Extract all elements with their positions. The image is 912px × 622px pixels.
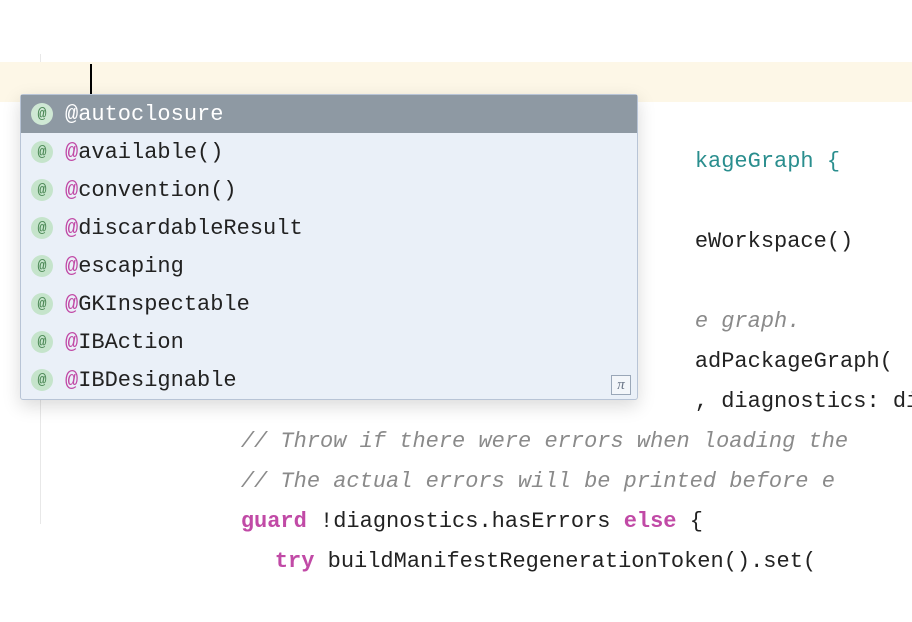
attribute-icon: @ bbox=[31, 293, 53, 315]
autocomplete-at: @ bbox=[65, 140, 78, 165]
attribute-icon: @ bbox=[31, 141, 53, 163]
autocomplete-label: available() bbox=[78, 140, 223, 165]
autocomplete-label: escaping bbox=[78, 254, 184, 279]
code-fragment: buildManifestRegenerationToken().set( bbox=[314, 549, 816, 574]
autocomplete-at: @ bbox=[65, 292, 78, 317]
code-line: /// Fetch and load the complete package … bbox=[62, 22, 912, 62]
attribute-icon: @ bbox=[31, 331, 53, 353]
autocomplete-item[interactable]: @@IBAction bbox=[21, 323, 637, 361]
autocomplete-item[interactable]: @@available() bbox=[21, 133, 637, 171]
attribute-icon: @ bbox=[31, 103, 53, 125]
autocomplete-at: @ bbox=[65, 330, 78, 355]
pi-icon[interactable]: π bbox=[611, 375, 631, 395]
code-line: try buildManifestRegenerationToken().set… bbox=[62, 502, 912, 542]
autocomplete-at: @ bbox=[65, 102, 78, 127]
autocomplete-item[interactable]: @@convention() bbox=[21, 171, 637, 209]
attribute-icon: @ bbox=[31, 369, 53, 391]
attribute-icon: @ bbox=[31, 217, 53, 239]
autocomplete-at: @ bbox=[65, 368, 78, 393]
autocomplete-item[interactable]: @@escaping bbox=[21, 247, 637, 285]
autocomplete-label: GKInspectable bbox=[78, 292, 250, 317]
autocomplete-at: @ bbox=[65, 178, 78, 203]
autocomplete-label: IBDesignable bbox=[78, 368, 236, 393]
autocomplete-label: convention() bbox=[78, 178, 236, 203]
autocomplete-item[interactable]: @@autoclosure bbox=[21, 95, 637, 133]
autocomplete-label: discardableResult bbox=[78, 216, 302, 241]
autocomplete-at: @ bbox=[65, 216, 78, 241]
autocomplete-at: @ bbox=[65, 254, 78, 279]
autocomplete-item[interactable]: @@discardableResult bbox=[21, 209, 637, 247]
attribute-icon: @ bbox=[31, 179, 53, 201]
code-line: // The actual errors will be printed bef… bbox=[62, 422, 912, 462]
autocomplete-item[interactable]: @@GKInspectable bbox=[21, 285, 637, 323]
code-line: guard !diagnostics.hasErrors else { bbox=[62, 462, 912, 502]
autocomplete-label: IBAction bbox=[78, 330, 184, 355]
text-caret bbox=[90, 64, 92, 94]
autocomplete-popup[interactable]: @@autoclosure@@available()@@convention()… bbox=[20, 94, 638, 400]
keyword-try: try bbox=[275, 549, 315, 574]
autocomplete-item[interactable]: @@IBDesignable bbox=[21, 361, 637, 399]
autocomplete-label: autoclosure bbox=[78, 102, 223, 127]
attribute-icon: @ bbox=[31, 255, 53, 277]
